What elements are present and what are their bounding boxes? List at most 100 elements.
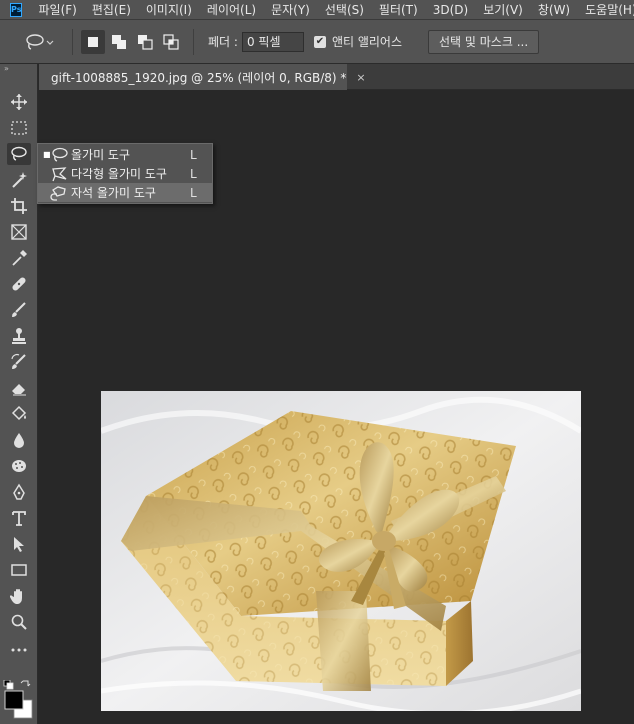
frame-icon <box>11 224 27 240</box>
new-selection-button[interactable] <box>81 29 105 54</box>
crop-icon <box>11 198 27 214</box>
add-to-selection-icon <box>112 34 126 49</box>
menu-layer[interactable]: 레이어(L) <box>207 1 256 18</box>
paint-bucket-tool[interactable] <box>7 403 31 425</box>
stamp-icon <box>12 328 26 344</box>
polygonal-lasso-icon <box>50 166 68 182</box>
selected-bullet-icon: ■ <box>43 150 51 159</box>
flyout-shortcut: L <box>190 166 197 181</box>
lasso-tools-flyout: ■ 올가미 도구 L 다각형 올가미 도구 L 자석 올가미 도구 L <box>37 143 213 204</box>
options-separator <box>72 28 73 55</box>
sponge-tool[interactable] <box>7 455 31 477</box>
menu-select[interactable]: 선택(S) <box>325 1 364 18</box>
subtract-from-selection-icon <box>138 34 153 50</box>
menu-type[interactable]: 문자(Y) <box>271 1 310 18</box>
flyout-label: 자석 올가미 도구 <box>71 186 156 200</box>
rectangle-icon <box>11 564 27 576</box>
paint-bucket-icon <box>11 405 27 421</box>
bandage-icon <box>12 277 26 291</box>
rectangle-tool[interactable] <box>7 559 31 581</box>
move-tool[interactable] <box>7 91 31 113</box>
pen-icon <box>13 483 25 500</box>
path-selection-tool[interactable] <box>7 533 31 555</box>
flyout-item-polygonal-lasso[interactable]: 다각형 올가미 도구 L <box>38 164 212 183</box>
zoom-tool[interactable] <box>7 611 31 633</box>
intersect-selection-icon <box>163 33 179 50</box>
options-separator <box>193 28 194 55</box>
eraser-tool[interactable] <box>7 377 31 399</box>
anti-alias-label: 앤티 앨리어스 <box>331 35 403 49</box>
menu-image[interactable]: 이미지(I) <box>146 1 192 18</box>
sponge-icon <box>12 460 26 472</box>
flyout-label: 올가미 도구 <box>71 148 131 162</box>
add-to-selection-button[interactable] <box>107 30 131 54</box>
eyedropper-tool[interactable] <box>7 247 31 269</box>
type-icon <box>12 511 26 526</box>
photoshop-logo-icon[interactable]: Ps <box>10 2 23 17</box>
lasso-icon <box>26 33 54 50</box>
clone-stamp-tool[interactable] <box>7 325 31 347</box>
magnifier-icon <box>11 614 27 630</box>
history-brush-icon <box>11 353 26 369</box>
menu-file[interactable]: 파일(F) <box>38 1 76 18</box>
eyedropper-icon <box>12 250 27 266</box>
feather-label: 페더 : <box>208 35 238 49</box>
flyout-item-magnetic-lasso[interactable]: 자석 올가미 도구 L <box>38 183 212 202</box>
document-tab-bar: gift-1008885_1920.jpg @ 25% (레이어 0, RGB/… <box>39 64 634 90</box>
flyout-label: 다각형 올가미 도구 <box>71 167 167 181</box>
menu-edit[interactable]: 편집(E) <box>92 1 131 18</box>
hand-tool[interactable] <box>7 585 31 607</box>
flyout-shortcut: L <box>190 147 197 162</box>
menu-view[interactable]: 보기(V) <box>483 1 523 18</box>
collapse-panel-icon[interactable]: » <box>0 64 37 76</box>
flyout-shortcut: L <box>190 185 197 200</box>
magic-wand-tool[interactable] <box>7 169 31 191</box>
type-tool[interactable] <box>7 507 31 529</box>
more-dots-icon <box>11 648 27 652</box>
menu-filter[interactable]: 필터(T) <box>379 1 418 18</box>
marquee-tool[interactable] <box>7 117 31 139</box>
gift-photo[interactable] <box>101 391 581 711</box>
edit-toolbar-button[interactable] <box>7 639 31 661</box>
crop-tool[interactable] <box>7 195 31 217</box>
brush-icon <box>12 302 26 317</box>
history-brush-tool[interactable] <box>7 351 31 373</box>
eraser-icon <box>12 384 26 396</box>
close-icon[interactable]: × <box>356 71 365 84</box>
pen-tool[interactable] <box>7 481 31 503</box>
magnetic-lasso-icon <box>50 185 68 201</box>
rectangular-marquee-icon <box>11 121 27 135</box>
blur-tool[interactable] <box>7 429 31 451</box>
lasso-icon <box>11 146 27 161</box>
checkmark-icon: ✔ <box>315 35 325 47</box>
flyout-item-lasso[interactable]: ■ 올가미 도구 L <box>38 145 212 164</box>
hand-icon <box>10 589 22 604</box>
foreground-color-swatch[interactable] <box>4 690 24 710</box>
color-swatches <box>3 679 37 720</box>
healing-brush-tool[interactable] <box>7 273 31 295</box>
menu-3d[interactable]: 3D(D) <box>433 3 468 17</box>
tools-panel: » <box>0 64 38 724</box>
default-colors-icon[interactable] <box>3 679 37 720</box>
droplet-icon <box>14 433 24 448</box>
arrow-pointer-icon <box>14 537 24 552</box>
lasso-icon <box>50 147 68 163</box>
anti-alias-checkbox[interactable]: ✔ <box>313 35 326 48</box>
magic-wand-icon <box>12 172 27 188</box>
tool-preset-picker[interactable] <box>14 27 64 57</box>
menu-window[interactable]: 창(W) <box>538 1 570 18</box>
frame-tool[interactable] <box>7 221 31 243</box>
intersect-selection-button[interactable] <box>159 30 183 54</box>
lasso-tool[interactable] <box>7 143 31 165</box>
menu-bar: Ps 파일(F) 편집(E) 이미지(I) 레이어(L) 문자(Y) 선택(S)… <box>0 0 634 20</box>
document-tab-title: gift-1008885_1920.jpg @ 25% (레이어 0, RGB/… <box>51 70 347 85</box>
menu-help[interactable]: 도움말(H) <box>585 1 634 18</box>
document-tab[interactable]: gift-1008885_1920.jpg @ 25% (레이어 0, RGB/… <box>39 64 366 90</box>
brush-tool[interactable] <box>7 299 31 321</box>
new-selection-icon <box>88 36 98 47</box>
move-icon <box>11 94 27 110</box>
gift-image <box>101 391 581 711</box>
select-and-mask-button[interactable]: 선택 및 마스크 ... <box>428 29 540 54</box>
feather-input[interactable]: 0 픽셀 <box>241 31 304 52</box>
subtract-from-selection-button[interactable] <box>133 30 157 54</box>
